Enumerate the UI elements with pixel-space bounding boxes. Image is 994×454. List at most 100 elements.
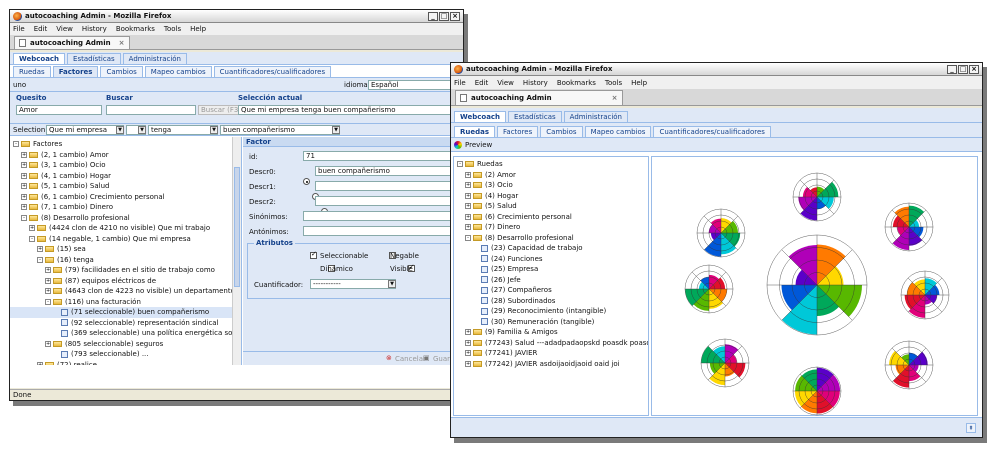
- menu-file[interactable]: File: [13, 25, 25, 33]
- tree-node-row[interactable]: + (7, 1 cambio) Dinero: [10, 202, 241, 213]
- descr2-field[interactable]: [315, 196, 453, 206]
- expand-icon[interactable]: +: [465, 203, 471, 210]
- tree-node-row[interactable]: (28) Subordinados: [454, 296, 648, 307]
- seleccion-field[interactable]: Que mi empresa tenga buen compañerismo: [238, 105, 462, 115]
- tree-scrollbar[interactable]: [232, 137, 241, 365]
- menu-tools[interactable]: Tools: [605, 79, 622, 87]
- expand-icon[interactable]: +: [21, 162, 27, 169]
- tree-node-row[interactable]: + (3, 1 cambio) Ocio: [10, 160, 241, 171]
- tree-node-row[interactable]: + (3) Ocio: [454, 180, 648, 191]
- menu-history[interactable]: History: [82, 25, 107, 33]
- buscar-field[interactable]: [106, 105, 196, 115]
- collapse-icon[interactable]: -: [457, 161, 463, 168]
- expand-icon[interactable]: +: [45, 267, 51, 274]
- tree-node-row[interactable]: (25) Empresa: [454, 264, 648, 275]
- scrollbar-thumb[interactable]: [234, 167, 240, 287]
- save-button[interactable]: Guar: [433, 355, 450, 363]
- menu-bookmarks[interactable]: Bookmarks: [557, 79, 596, 87]
- tree-node-row[interactable]: + (79) facilidades en el sitio de trabajo…: [10, 265, 241, 276]
- expand-icon[interactable]: +: [465, 213, 471, 220]
- tree-node-row[interactable]: (369 seleccionable) una política energét…: [10, 328, 241, 339]
- tree-node-row[interactable]: + (77242) JAVIER asdoijaoidjaoid oaid joi: [454, 359, 648, 370]
- tree-node-row[interactable]: + (2) Amor: [454, 170, 648, 181]
- tab-estadisticas[interactable]: Estadísticas: [67, 53, 121, 64]
- tree-node-row[interactable]: + (6, 1 cambio) Crecimiento personal: [10, 192, 241, 203]
- collapse-icon[interactable]: -: [13, 141, 19, 148]
- tree-node-row[interactable]: + (4, 1 cambio) Hogar: [10, 171, 241, 182]
- expand-icon[interactable]: +: [465, 339, 471, 346]
- tree-node-row[interactable]: + (77241) JAVIER: [454, 348, 648, 359]
- close-tab-icon[interactable]: ×: [612, 94, 618, 102]
- chevron-down-icon[interactable]: ▼: [332, 125, 340, 134]
- minimize-button[interactable]: _: [428, 11, 438, 21]
- collapse-icon[interactable]: -: [45, 298, 51, 305]
- tab-ruedas[interactable]: Ruedas: [454, 126, 496, 137]
- cancel-button[interactable]: Cancelar: [395, 355, 426, 363]
- close-button[interactable]: ×: [969, 64, 979, 74]
- chevron-down-icon[interactable]: ▼: [116, 125, 124, 134]
- chevron-down-icon[interactable]: ▼: [388, 280, 396, 288]
- collapse-icon[interactable]: -: [37, 256, 43, 263]
- menu-history[interactable]: History: [523, 79, 548, 87]
- expand-icon[interactable]: +: [21, 204, 27, 211]
- title-bar[interactable]: autocoaching Admin - Mozilla Firefox _ □…: [10, 10, 463, 23]
- antonimos-field[interactable]: [303, 226, 453, 236]
- maximize-button[interactable]: □: [439, 11, 449, 21]
- maximize-button[interactable]: □: [958, 64, 968, 74]
- tree-node-row[interactable]: + (6) Crecimiento personal: [454, 212, 648, 223]
- tab-estadisticas[interactable]: Estadísticas: [508, 111, 562, 122]
- descr0-radio[interactable]: [303, 178, 310, 185]
- tab-cambios[interactable]: Cambios: [100, 66, 143, 77]
- quesito-field[interactable]: Amor: [16, 105, 102, 115]
- selection-select-1[interactable]: Que mi empresa: [46, 124, 124, 135]
- close-tab-icon[interactable]: ×: [119, 39, 125, 47]
- tree-node-row[interactable]: (30) Remuneración (tangible): [454, 317, 648, 328]
- expand-icon[interactable]: +: [465, 192, 471, 199]
- idioma-select[interactable]: Español: [368, 79, 458, 90]
- tree-node-row[interactable]: + (77243) Salud ---adadpadaopskd poasdk p…: [454, 338, 648, 349]
- title-bar[interactable]: autocoaching Admin - Mozilla Firefox _ □…: [451, 63, 982, 76]
- tree-node-row[interactable]: (27) Compañeros: [454, 285, 648, 296]
- tree-node-row[interactable]: + (4) Hogar: [454, 191, 648, 202]
- tree-node-row[interactable]: + (9) Familia & Amigos: [454, 327, 648, 338]
- tree-node-row[interactable]: + (7) Dinero: [454, 222, 648, 233]
- tab-ruedas[interactable]: Ruedas: [13, 66, 51, 77]
- tab-cuantificadores[interactable]: Cuantificadores/cualificadores: [213, 66, 332, 77]
- collapse-up-icon[interactable]: ⇞: [966, 423, 976, 433]
- menu-bookmarks[interactable]: Bookmarks: [116, 25, 155, 33]
- selection-select-3[interactable]: tenga: [148, 124, 218, 135]
- tab-administracion[interactable]: Administración: [122, 53, 187, 64]
- expand-icon[interactable]: +: [465, 329, 471, 336]
- tree-node-row[interactable]: + (805 seleccionable) seguros: [10, 339, 241, 350]
- expand-icon[interactable]: +: [21, 183, 27, 190]
- menu-tools[interactable]: Tools: [164, 25, 181, 33]
- expand-icon[interactable]: +: [45, 340, 51, 347]
- expand-icon[interactable]: +: [37, 361, 43, 365]
- tree-node-row[interactable]: - (16) tenga: [10, 255, 241, 266]
- sinonimos-field[interactable]: [303, 211, 453, 221]
- expand-icon[interactable]: +: [465, 224, 471, 231]
- tab-mapeo-cambios[interactable]: Mapeo cambios: [144, 66, 212, 77]
- tree-node-row[interactable]: (23) Capacidad de trabajo: [454, 243, 648, 254]
- menu-file[interactable]: File: [454, 79, 466, 87]
- collapse-icon[interactable]: -: [465, 234, 471, 241]
- collapse-icon[interactable]: -: [29, 235, 35, 242]
- descr1-field[interactable]: [315, 181, 453, 191]
- tree-node-row[interactable]: + (2, 1 cambio) Amor: [10, 150, 241, 161]
- expand-icon[interactable]: +: [465, 171, 471, 178]
- tree-node-row[interactable]: - (14 negable, 1 cambio) Que mi empresa: [10, 234, 241, 245]
- menu-view[interactable]: View: [497, 79, 514, 87]
- selection-select-4[interactable]: buen compañerismo: [220, 124, 340, 135]
- tree-node-row[interactable]: + (87) equipos eléctricos de: [10, 276, 241, 287]
- tab-cuantificadores[interactable]: Cuantificadores/cualificadores: [653, 126, 771, 137]
- tab-mapeo-cambios[interactable]: Mapeo cambios: [584, 126, 652, 137]
- tree-node-row[interactable]: + (4643 clon de 4223 no visible) un depar…: [10, 286, 241, 297]
- expand-icon[interactable]: +: [45, 288, 51, 295]
- tab-administracion[interactable]: Administración: [563, 111, 628, 122]
- tree-node-row[interactable]: (24) Funciones: [454, 254, 648, 265]
- tree-node-row[interactable]: - (8) Desarrollo profesional: [454, 233, 648, 244]
- tree-node-row[interactable]: (29) Reconocimiento (intangible): [454, 306, 648, 317]
- tab-webcoach[interactable]: Webcoach: [13, 53, 66, 64]
- tab-factores[interactable]: Factores: [497, 126, 539, 137]
- tree-node-row[interactable]: - Ruedas: [454, 159, 648, 170]
